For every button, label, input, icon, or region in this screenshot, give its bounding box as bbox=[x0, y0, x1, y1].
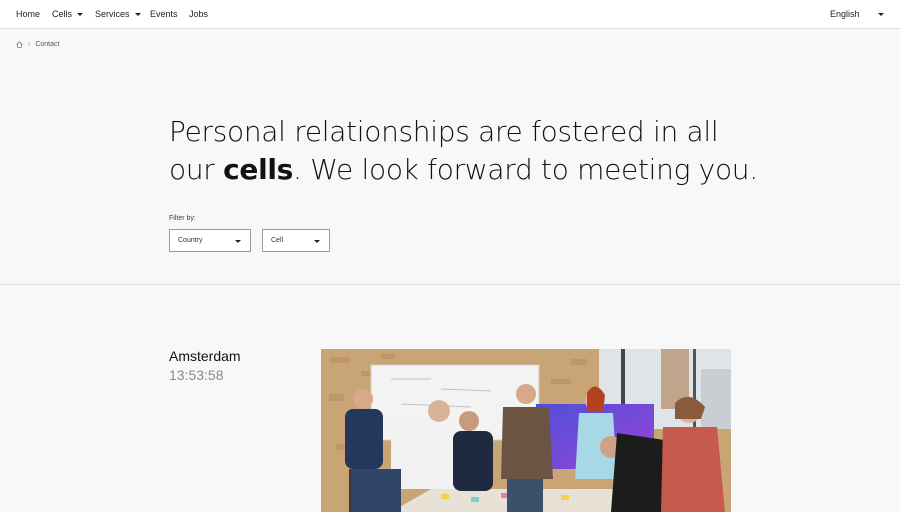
nav-events-label: Events bbox=[150, 9, 178, 19]
cell-select-value: Cell bbox=[271, 237, 284, 244]
chevron-down-icon bbox=[878, 12, 884, 16]
nav-services-dropdown[interactable]: Services bbox=[95, 9, 141, 19]
chevron-down-icon bbox=[314, 240, 320, 243]
page-headline: Personal relationships are fostered in a… bbox=[169, 113, 769, 189]
country-select[interactable]: Country bbox=[169, 229, 251, 252]
section-divider bbox=[0, 284, 900, 285]
chevron-down-icon bbox=[134, 12, 141, 16]
nav-events-link[interactable]: Events bbox=[150, 9, 178, 19]
nav-jobs-label: Jobs bbox=[189, 9, 209, 19]
breadcrumb-current: Contact bbox=[35, 41, 60, 48]
filter-label: Filter by: bbox=[169, 215, 196, 222]
headline-line-2-end: . We look forward to meeting you. bbox=[293, 153, 758, 186]
breadcrumb: › Contact bbox=[16, 41, 59, 48]
headline-line-2-start: our bbox=[169, 153, 224, 186]
home-icon[interactable] bbox=[16, 41, 23, 48]
breadcrumb-separator-icon: › bbox=[28, 41, 31, 48]
office-city: Amsterdam bbox=[169, 348, 241, 364]
office-local-time: 13:53:58 bbox=[169, 367, 224, 383]
chevron-down-icon bbox=[235, 240, 241, 243]
country-select-value: Country bbox=[178, 237, 203, 244]
office-team-photo bbox=[321, 349, 731, 512]
nav-cells-dropdown[interactable]: Cells bbox=[52, 9, 84, 19]
chevron-down-icon bbox=[77, 12, 84, 16]
language-selector[interactable]: English bbox=[830, 9, 884, 19]
nav-services-label: Services bbox=[95, 9, 130, 19]
language-label: English bbox=[830, 9, 860, 19]
top-navigation: Home Cells Services Events Jobs English bbox=[0, 0, 900, 29]
nav-home-label: Home bbox=[16, 9, 41, 19]
team-meeting-image bbox=[321, 349, 731, 512]
headline-emphasis: cells bbox=[223, 153, 294, 186]
nav-cells-label: Cells bbox=[52, 9, 73, 19]
cell-select[interactable]: Cell bbox=[262, 229, 330, 252]
headline-line-1: Personal relationships are fostered in a… bbox=[169, 115, 719, 148]
nav-jobs-link[interactable]: Jobs bbox=[189, 9, 208, 19]
nav-home-link[interactable]: Home bbox=[16, 9, 40, 19]
